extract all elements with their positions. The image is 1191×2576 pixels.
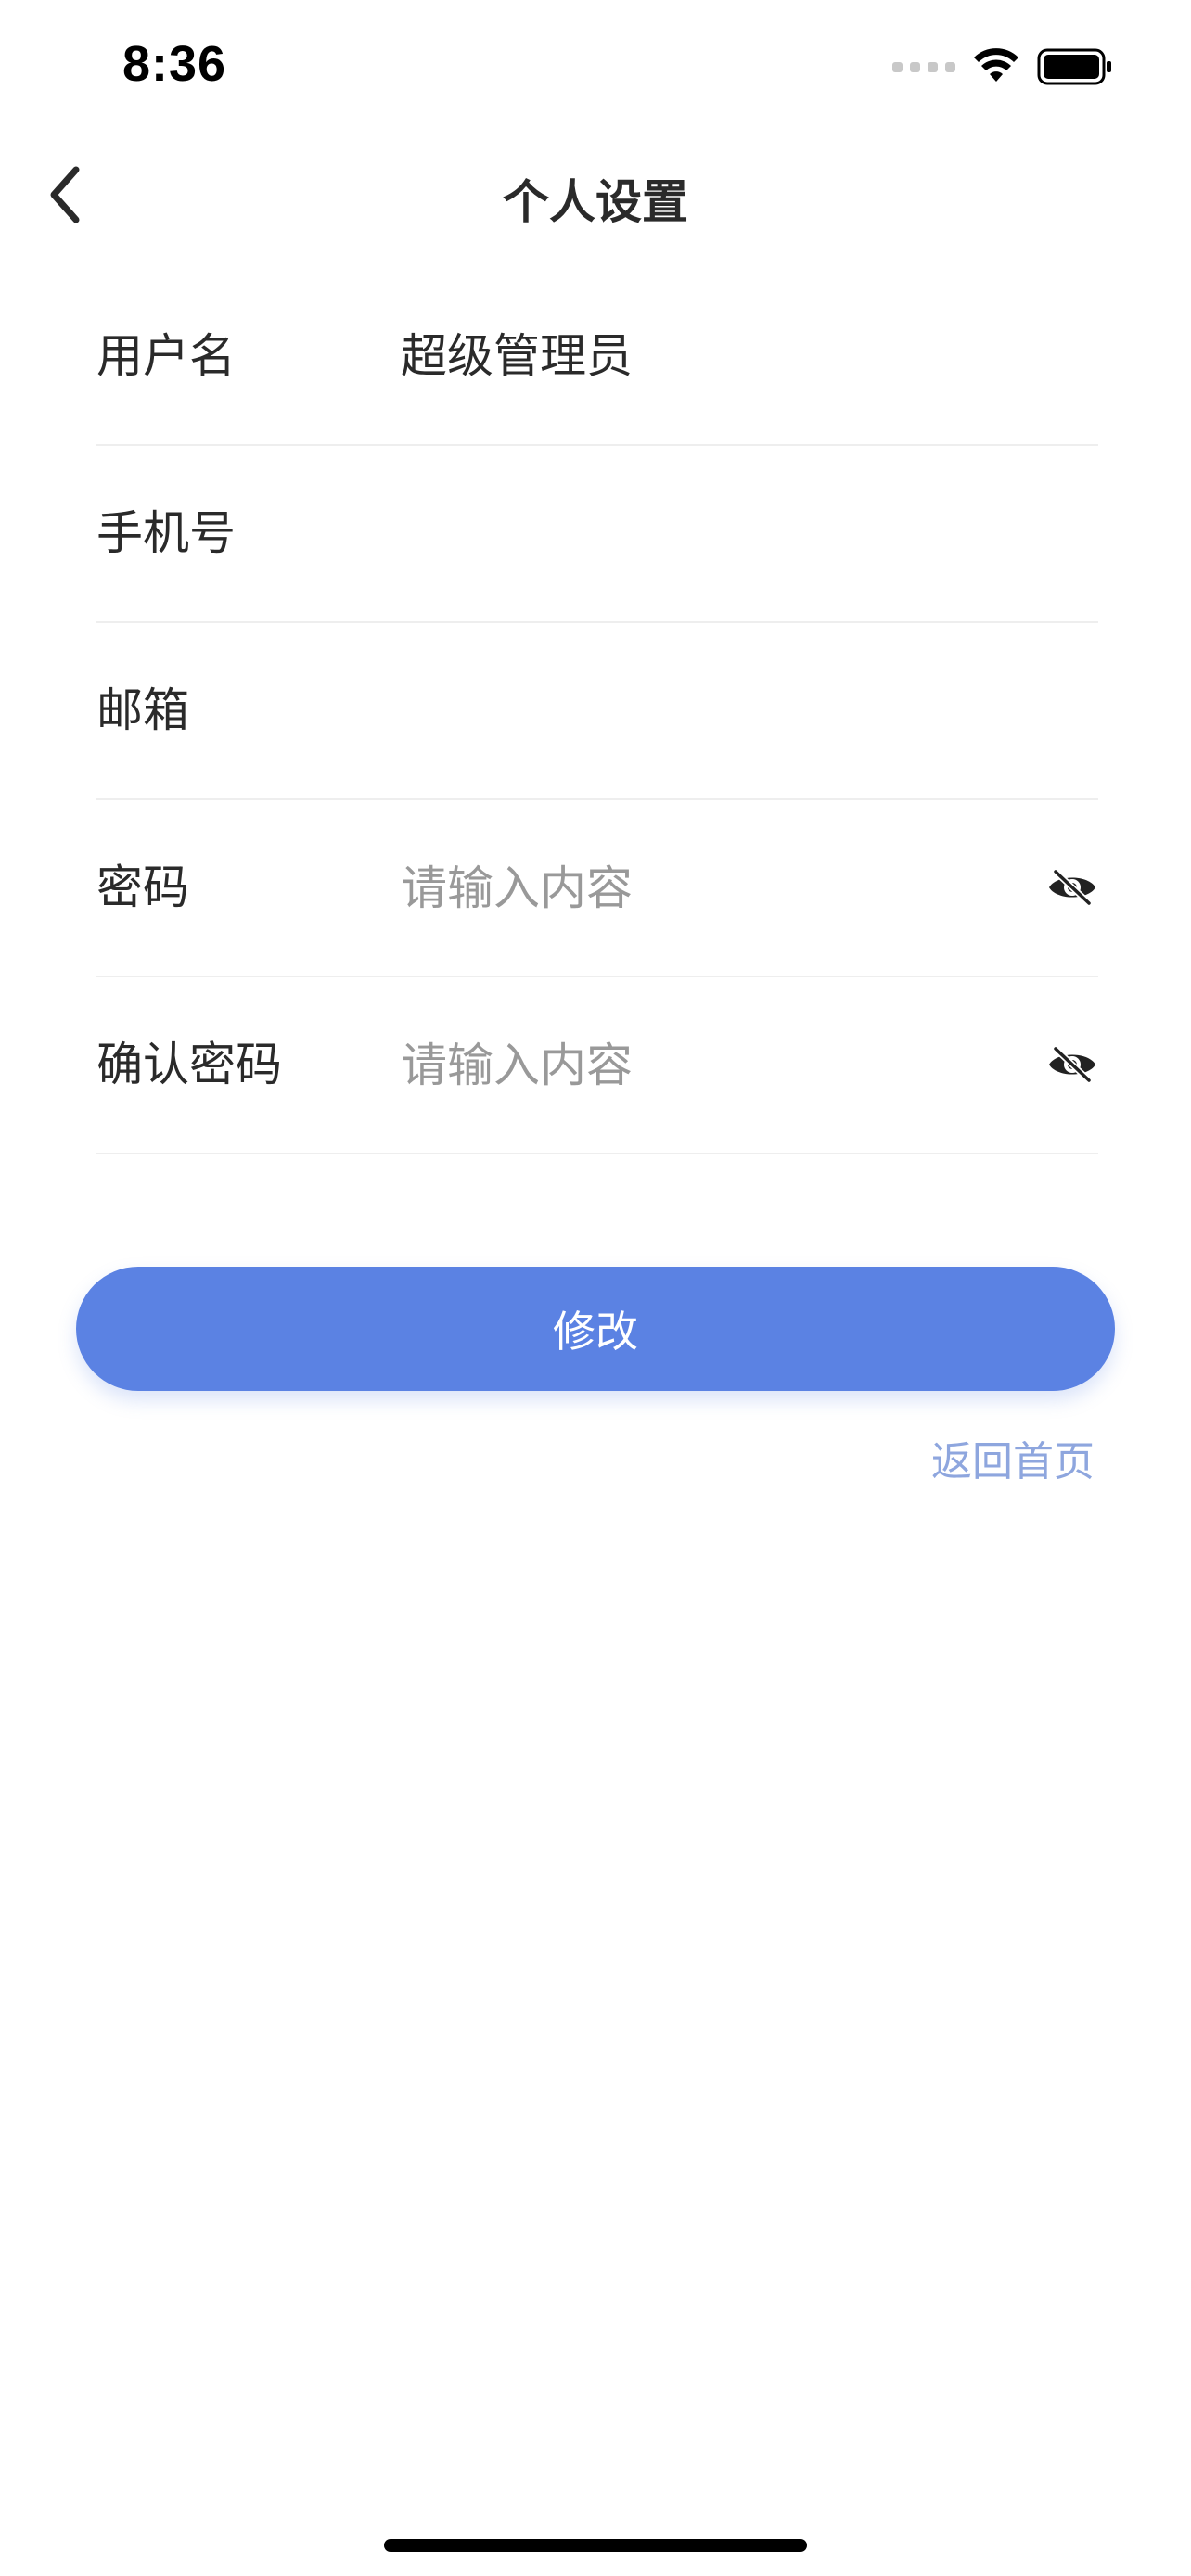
confirm-password-field[interactable]: [401, 1024, 976, 1107]
status-time: 8:36: [122, 36, 227, 92]
phone-label: 手机号: [96, 506, 236, 560]
status-icons: [892, 43, 1113, 91]
wifi-icon: [974, 48, 1018, 82]
password-field[interactable]: [401, 847, 976, 930]
modify-button[interactable]: 修改: [76, 1267, 1115, 1391]
battery-icon: [1037, 48, 1111, 85]
password-row: 密码: [96, 800, 1098, 977]
eye-slash-icon: [1049, 1046, 1095, 1083]
password-visibility-toggle[interactable]: [1046, 861, 1098, 913]
profile-form: 用户名 超级管理员 手机号 邮箱 密码 确认密码: [96, 269, 1098, 1154]
confirm-password-row: 确认密码: [96, 977, 1098, 1154]
page-title: 个人设置: [503, 175, 688, 229]
phone-field[interactable]: [401, 492, 976, 576]
confirm-password-label: 确认密码: [96, 1038, 282, 1091]
status-bar: 8:36: [0, 0, 1191, 139]
phone-row: 手机号: [96, 446, 1098, 623]
email-field[interactable]: [401, 670, 976, 753]
username-value: 超级管理员: [401, 329, 633, 383]
username-row: 用户名 超级管理员: [96, 269, 1098, 446]
username-label: 用户名: [96, 329, 236, 383]
email-label: 邮箱: [96, 683, 189, 737]
back-home-link[interactable]: 返回首页: [931, 1428, 1095, 1487]
confirm-password-visibility-toggle[interactable]: [1046, 1039, 1098, 1090]
home-indicator: [384, 2539, 807, 2552]
eye-slash-icon: [1049, 869, 1095, 906]
email-row: 邮箱: [96, 623, 1098, 800]
cellular-signal-icon: [892, 61, 955, 72]
nav-bar: 个人设置: [0, 139, 1191, 250]
password-label: 密码: [96, 861, 189, 914]
